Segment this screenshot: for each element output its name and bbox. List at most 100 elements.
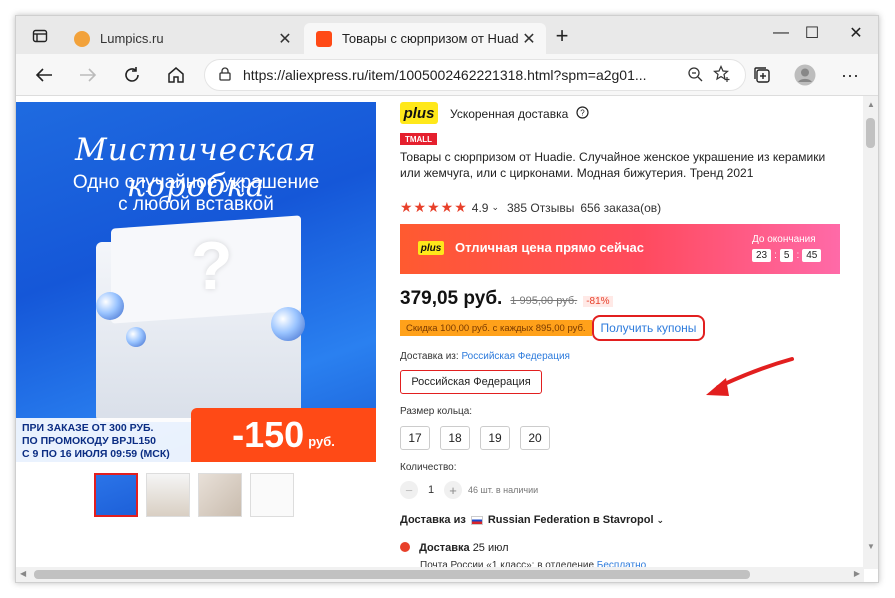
coupon-badge: Скидка 100,00 руб. с каждых 895,00 руб. <box>400 320 592 336</box>
favorite-add-icon[interactable] <box>713 64 731 86</box>
tab-bar: Lumpics.ru ✕ Товары с сюрпризом от Huadi… <box>16 16 878 54</box>
scrollbar-thumb[interactable] <box>866 118 875 148</box>
thumbnail[interactable] <box>250 473 294 517</box>
gem-icon <box>271 307 305 341</box>
size-option[interactable]: 19 <box>480 426 510 450</box>
banner-plus-badge: plus <box>418 241 444 255</box>
pearl-icon <box>96 292 124 320</box>
size-option[interactable]: 18 <box>440 426 470 450</box>
promo-strip-line: ПРИ ЗАКАЗЕ ОТ 300 РУБ. <box>22 422 154 434</box>
product-page: Мистическая коробка Одно случайное украш… <box>16 96 864 569</box>
address-bar[interactable]: https://aliexpress.ru/item/1005002462221… <box>204 59 746 91</box>
new-tab-button[interactable]: + <box>548 23 576 49</box>
horizontal-scrollbar[interactable]: ◀ ▶ <box>16 567 864 582</box>
timer-label: До окончания <box>752 234 816 245</box>
ship-from-caption: Доставка из: <box>400 351 459 362</box>
pearl-icon <box>126 327 146 347</box>
tmall-badge: TMALL <box>400 133 437 145</box>
forward-icon[interactable] <box>74 62 102 88</box>
aliexpress-favicon-icon <box>316 30 332 47</box>
stock-count: 46 шт. в наличии <box>468 485 539 495</box>
promo-subline: Одно случайное украшение с любой вставко… <box>16 172 376 216</box>
browser-window: Lumpics.ru ✕ Товары с сюрпризом от Huadi… <box>15 15 879 583</box>
price-row: 379,05 руб. 1 995,00 руб. -81% <box>400 288 613 310</box>
banner-text: Отличная цена прямо сейчас <box>455 240 644 255</box>
product-main-image[interactable]: Мистическая коробка Одно случайное украш… <box>16 102 376 462</box>
quantity-minus-button[interactable]: − <box>400 481 418 499</box>
chevron-down-icon: ⌄ <box>656 514 665 525</box>
scrollbar-thumb[interactable] <box>34 570 750 579</box>
promo-discount: -150 руб. <box>191 408 376 462</box>
promo-discount-value: -150 <box>232 414 305 455</box>
thumbnail[interactable] <box>94 473 138 517</box>
quantity-value[interactable]: 1 <box>418 484 444 496</box>
promo-strip-line: С 9 ПО 16 ИЮЛЯ 09:59 (МСК) <box>22 448 170 460</box>
close-tab-icon[interactable]: ✕ <box>518 29 540 49</box>
tab-lumpics[interactable]: Lumpics.ru ✕ <box>62 23 302 54</box>
quantity-stepper: − 1 + 46 шт. в наличии <box>400 481 538 499</box>
chevron-down-icon[interactable]: ⌄ <box>491 202 499 213</box>
get-coupons-button[interactable]: Получить купоны <box>592 315 705 341</box>
promo-subline-1: Одно случайное украшение <box>72 172 320 193</box>
delivery-info: Доставка 25 июл <box>400 542 509 554</box>
current-price: 379,05 руб. <box>400 288 503 309</box>
ship-from-option[interactable]: Российская Федерация <box>400 370 542 394</box>
tab-actions-icon[interactable] <box>26 23 54 49</box>
close-window-button[interactable]: ✕ <box>836 20 876 46</box>
ship-from-label: Доставка из: Российская Федерация <box>400 351 570 362</box>
refresh-icon[interactable] <box>118 62 146 88</box>
tab-aliexpress[interactable]: Товары с сюрпризом от Huadie ✕ <box>304 23 546 54</box>
russia-flag-icon <box>470 515 483 525</box>
thumbnail[interactable] <box>198 473 242 517</box>
quantity-plus-button[interactable]: + <box>444 481 462 499</box>
discount-percent: -81% <box>583 296 613 307</box>
promo-strip-line: ПО ПРОМОКОДУ BPJL150 <box>22 435 156 447</box>
orders-count: 656 заказа(ов) <box>580 200 662 215</box>
back-icon[interactable] <box>30 62 58 88</box>
question-mark-graphic: ? <box>191 228 233 304</box>
promo-code-strip: ПРИ ЗАКАЗЕ ОТ 300 РУБ. ПО ПРОМОКОДУ BPJL… <box>16 418 191 462</box>
size-option[interactable]: 17 <box>400 426 430 450</box>
delivery-from-place: Russian Federation в Stavropol <box>487 514 654 526</box>
url-text: https://aliexpress.ru/item/1005002462221… <box>243 67 647 83</box>
timer-hours: 23 <box>752 249 772 262</box>
fast-delivery: Ускоренная доставка ? <box>450 106 589 122</box>
maximize-button[interactable]: ☐ <box>792 20 832 46</box>
reviews-link[interactable]: 385 Отзывы <box>507 201 574 215</box>
ring-size-options: 17 18 19 20 <box>400 426 550 450</box>
ring-size-label: Размер кольца: <box>400 406 473 417</box>
delivery-from[interactable]: Доставка из Russian Federation в Stavrop… <box>400 514 664 526</box>
rating-value: 4.9 <box>471 200 489 215</box>
help-icon[interactable]: ? <box>576 106 589 122</box>
fast-delivery-label: Ускоренная доставка <box>450 107 569 121</box>
collections-icon[interactable] <box>748 62 776 88</box>
size-option[interactable]: 20 <box>520 426 550 450</box>
toolbar: https://aliexpress.ru/item/1005002462221… <box>16 54 878 96</box>
svg-text:?: ? <box>581 109 586 118</box>
promo-subline-2: с любой вставкой <box>118 194 274 215</box>
delivery-label: Доставка <box>419 542 470 554</box>
scroll-up-icon[interactable]: ▲ <box>867 100 875 109</box>
promo-discount-unit: руб. <box>308 433 335 449</box>
scroll-down-icon[interactable]: ▼ <box>867 542 875 551</box>
timer-minutes: 5 <box>779 249 794 262</box>
plus-badge: plus <box>400 102 438 124</box>
more-menu-icon[interactable]: ··· <box>836 62 864 88</box>
thumbnail[interactable] <box>146 473 190 517</box>
zoom-icon[interactable] <box>687 66 703 85</box>
delivery-from-prefix: Доставка из <box>400 514 466 526</box>
thumbnail-strip <box>94 473 294 517</box>
tab-title: Lumpics.ru <box>100 31 164 46</box>
countdown-timer: 23 : 5 : 45 <box>752 249 822 262</box>
deal-banner[interactable]: plus Отличная цена прямо сейчас До оконч… <box>400 224 840 274</box>
scroll-right-icon[interactable]: ▶ <box>854 569 860 578</box>
product-title: Товары с сюрпризом от Huadie. Случайное … <box>400 150 826 180</box>
vertical-scrollbar[interactable]: ▲ ▼ <box>863 96 878 569</box>
profile-avatar-icon[interactable] <box>791 62 819 88</box>
home-icon[interactable] <box>162 62 190 88</box>
lock-icon <box>219 66 231 84</box>
scroll-left-icon[interactable]: ◀ <box>20 569 26 578</box>
close-tab-icon[interactable]: ✕ <box>274 29 296 49</box>
delivery-date: 25 июл <box>472 542 509 554</box>
coupon-row: Скидка 100,00 руб. с каждых 895,00 руб. … <box>400 315 760 341</box>
